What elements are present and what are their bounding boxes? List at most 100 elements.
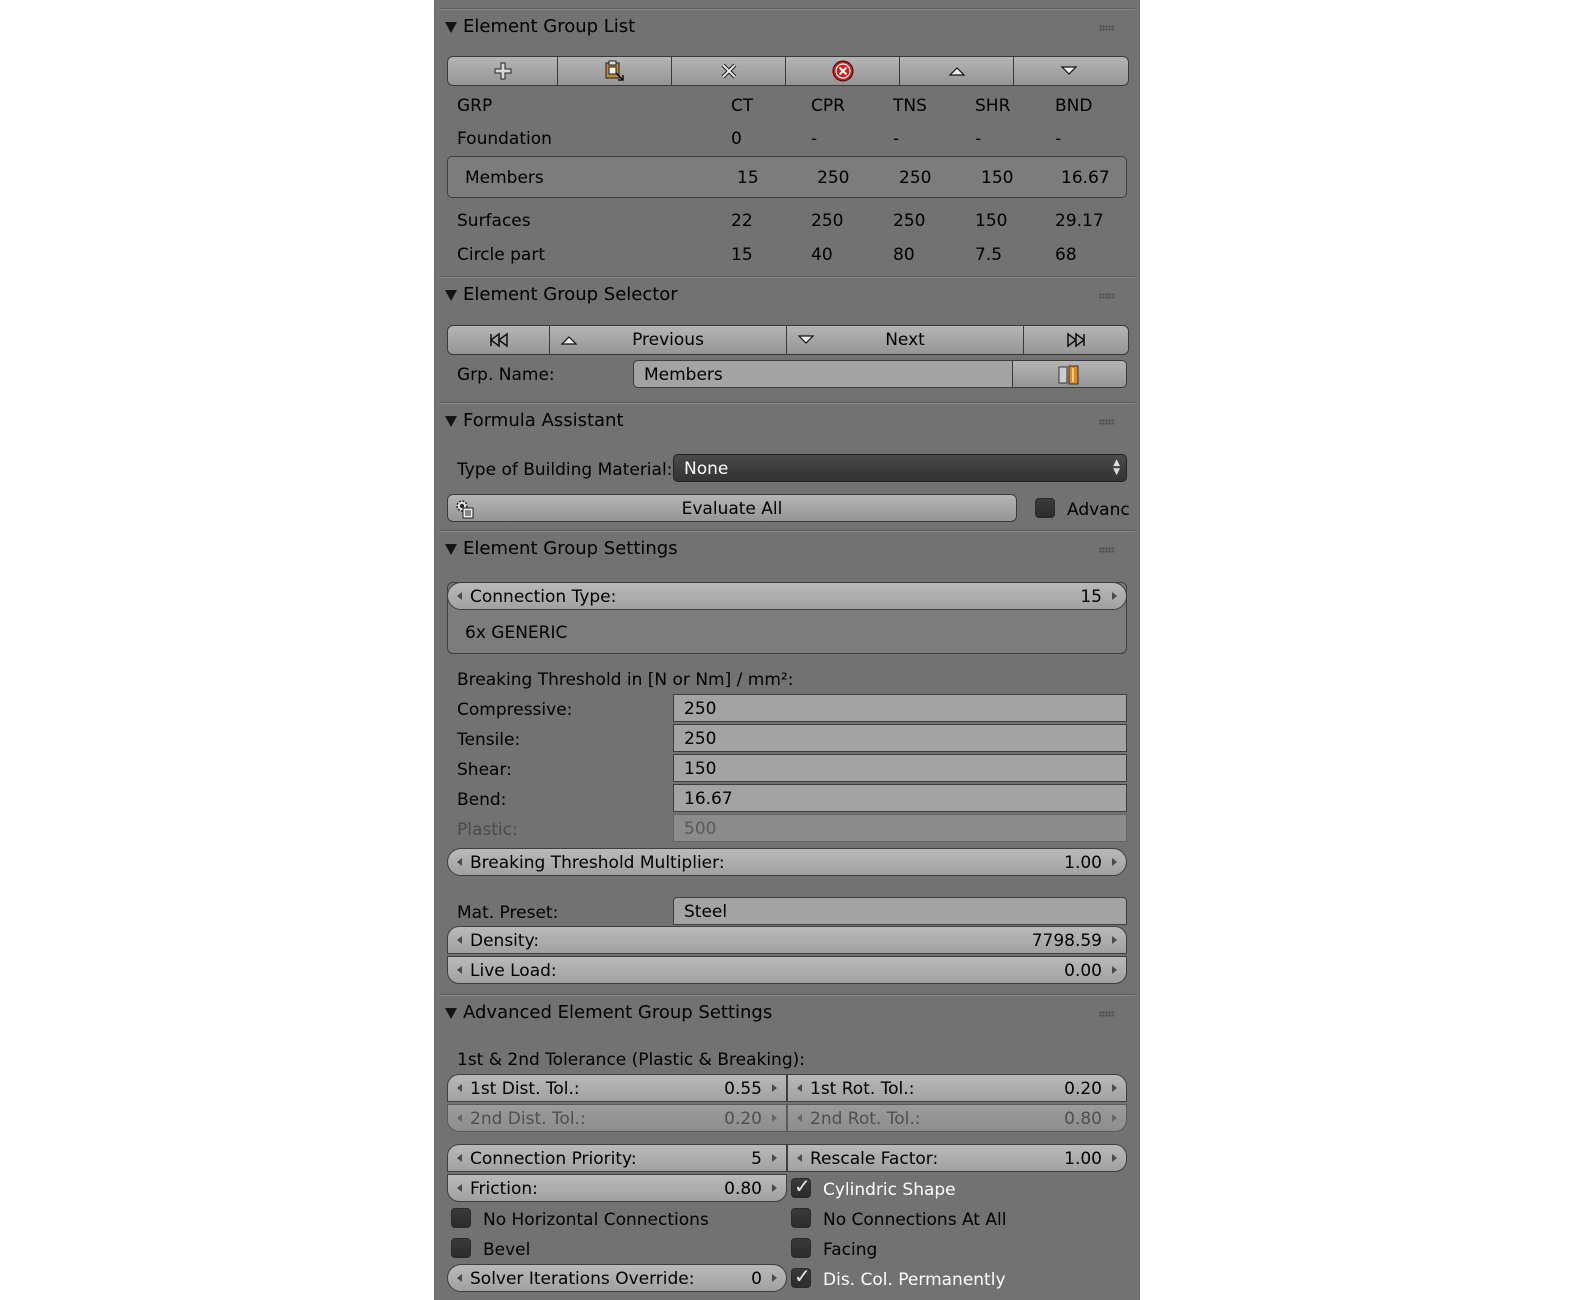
drag-grip-icon[interactable] (1099, 419, 1115, 425)
mat-preset-input[interactable]: Steel (673, 897, 1127, 925)
shear-input[interactable]: 150 (673, 754, 1127, 782)
column-header-ct: CT (731, 96, 754, 116)
decrement-arrow-icon[interactable] (457, 1184, 462, 1192)
live-load-field[interactable]: Live Load: 0.00 (447, 956, 1127, 984)
table-row[interactable]: Foundation 0 - - - - (447, 124, 1127, 152)
drag-grip-icon[interactable] (1099, 25, 1115, 31)
solver-iterations-field[interactable]: Solver Iterations Override: 0 (447, 1264, 787, 1292)
formula-assistant-title[interactable]: Formula Assistant (463, 410, 624, 431)
next-label: Next (885, 330, 925, 350)
density-value: 7798.59 (1031, 931, 1102, 951)
grp-name-input[interactable]: Members (633, 360, 1013, 388)
tensile-input[interactable]: 250 (673, 724, 1127, 752)
friction-value: 0.80 (724, 1179, 762, 1199)
group-selector-title[interactable]: Element Group Selector (463, 284, 678, 305)
tensile-label: Tensile: (457, 730, 521, 750)
connection-type-field[interactable]: Connection Type: 15 (448, 583, 1126, 610)
first-group-button[interactable] (448, 326, 550, 354)
increment-arrow-icon[interactable] (772, 1184, 777, 1192)
move-group-down-button[interactable] (1014, 57, 1123, 85)
last-group-button[interactable] (1024, 326, 1127, 354)
material-type-dropdown[interactable]: None ▲ ▼ (673, 454, 1127, 482)
increment-arrow-icon[interactable] (1112, 858, 1117, 866)
rot-tol-2-label: 2nd Rot. Tol.: (810, 1109, 921, 1129)
drag-grip-icon[interactable] (1099, 1011, 1115, 1017)
add-group-button[interactable] (448, 57, 558, 85)
cylindric-shape-checkbox[interactable]: ✓ (791, 1174, 811, 1198)
section-divider (439, 8, 1135, 10)
checkmark-icon: ✓ (794, 1174, 811, 1198)
decrement-arrow-icon[interactable] (457, 936, 462, 944)
previous-label: Previous (632, 330, 704, 350)
increment-arrow-icon[interactable] (1112, 1084, 1117, 1092)
group-settings-title[interactable]: Element Group Settings (463, 538, 678, 559)
dis-col-permanently-label: Dis. Col. Permanently (823, 1270, 1006, 1290)
increment-arrow-icon[interactable] (772, 1274, 777, 1282)
checkmark-icon: ✓ (794, 1264, 811, 1288)
remove-group-button[interactable] (672, 57, 786, 85)
previous-group-button[interactable]: Previous (550, 326, 787, 354)
move-group-up-button[interactable] (900, 57, 1014, 85)
column-header-bnd: BND (1055, 96, 1093, 116)
paste-group-button[interactable] (558, 57, 672, 85)
next-group-button[interactable]: Next (787, 326, 1024, 354)
table-row-selected[interactable]: Members 15 250 250 150 16.67 (447, 156, 1127, 198)
plastic-value: 500 (684, 819, 717, 839)
row-ct: 15 (737, 168, 759, 188)
no-horizontal-connections-label: No Horizontal Connections (483, 1210, 709, 1230)
advanced-settings-title[interactable]: Advanced Element Group Settings (463, 1002, 772, 1023)
decrement-arrow-icon[interactable] (797, 1084, 802, 1092)
dis-col-permanently-checkbox[interactable]: ✓ (791, 1264, 811, 1288)
friction-field[interactable]: Friction: 0.80 (447, 1174, 787, 1202)
collapse-triangle-icon[interactable] (445, 290, 457, 301)
decrement-arrow-icon[interactable] (457, 592, 462, 600)
decrement-arrow-icon[interactable] (457, 858, 462, 866)
row-cpr: - (811, 129, 818, 149)
advanced-checkbox[interactable] (1035, 498, 1055, 518)
rename-group-button[interactable] (1012, 360, 1127, 388)
facing-checkbox[interactable] (791, 1238, 811, 1258)
increment-arrow-icon[interactable] (772, 1154, 777, 1162)
connection-priority-field[interactable]: Connection Priority: 5 (447, 1144, 787, 1172)
increment-arrow-icon[interactable] (1112, 936, 1117, 944)
increment-arrow-icon[interactable] (1112, 966, 1117, 974)
drag-grip-icon[interactable] (1099, 293, 1115, 299)
evaluate-all-label: Evaluate All (681, 499, 783, 519)
increment-arrow-icon[interactable] (1112, 592, 1117, 600)
decrement-arrow-icon[interactable] (457, 1274, 462, 1282)
no-connections-checkbox[interactable] (791, 1208, 811, 1228)
table-row[interactable]: Surfaces 22 250 250 150 29.17 (447, 206, 1127, 234)
increment-arrow-icon[interactable] (772, 1084, 777, 1092)
evaluate-all-button[interactable]: Evaluate All (447, 494, 1017, 522)
threshold-heading: Breaking Threshold in [N or Nm] / mm²: (457, 670, 794, 690)
decrement-arrow-icon[interactable] (457, 966, 462, 974)
increment-arrow-icon[interactable] (1112, 1154, 1117, 1162)
density-field[interactable]: Density: 7798.59 (447, 926, 1127, 954)
collapse-triangle-icon[interactable] (445, 1008, 457, 1019)
collapse-triangle-icon[interactable] (445, 544, 457, 555)
row-grp: Members (465, 168, 544, 188)
rot-tol-1-field[interactable]: 1st Rot. Tol.: 0.20 (787, 1074, 1127, 1102)
collapse-triangle-icon[interactable] (445, 416, 457, 427)
compressive-input[interactable]: 250 (673, 694, 1127, 722)
rescale-factor-field[interactable]: Rescale Factor: 1.00 (787, 1144, 1127, 1172)
multiplier-label: Breaking Threshold Multiplier: (470, 853, 725, 873)
delete-all-groups-button[interactable] (786, 57, 900, 85)
decrement-arrow-icon[interactable] (457, 1154, 462, 1162)
drag-grip-icon[interactable] (1099, 547, 1115, 553)
row-bnd: - (1055, 129, 1062, 149)
decrement-arrow-icon[interactable] (457, 1084, 462, 1092)
shear-value: 150 (684, 759, 717, 779)
bend-input[interactable]: 16.67 (673, 784, 1127, 812)
dist-tol-1-field[interactable]: 1st Dist. Tol.: 0.55 (447, 1074, 787, 1102)
no-horizontal-connections-checkbox[interactable] (451, 1208, 471, 1228)
table-row[interactable]: Circle part 15 40 80 7.5 68 (447, 240, 1127, 268)
density-label: Density: (470, 931, 540, 951)
decrement-arrow-icon[interactable] (797, 1154, 802, 1162)
threshold-multiplier-field[interactable]: Breaking Threshold Multiplier: 1.00 (447, 848, 1127, 876)
group-list-title[interactable]: Element Group List (463, 16, 635, 37)
grp-name-label: Grp. Name: (457, 365, 555, 385)
connection-priority-label: Connection Priority: (470, 1149, 637, 1169)
collapse-triangle-icon[interactable] (445, 22, 457, 33)
bevel-checkbox[interactable] (451, 1238, 471, 1258)
